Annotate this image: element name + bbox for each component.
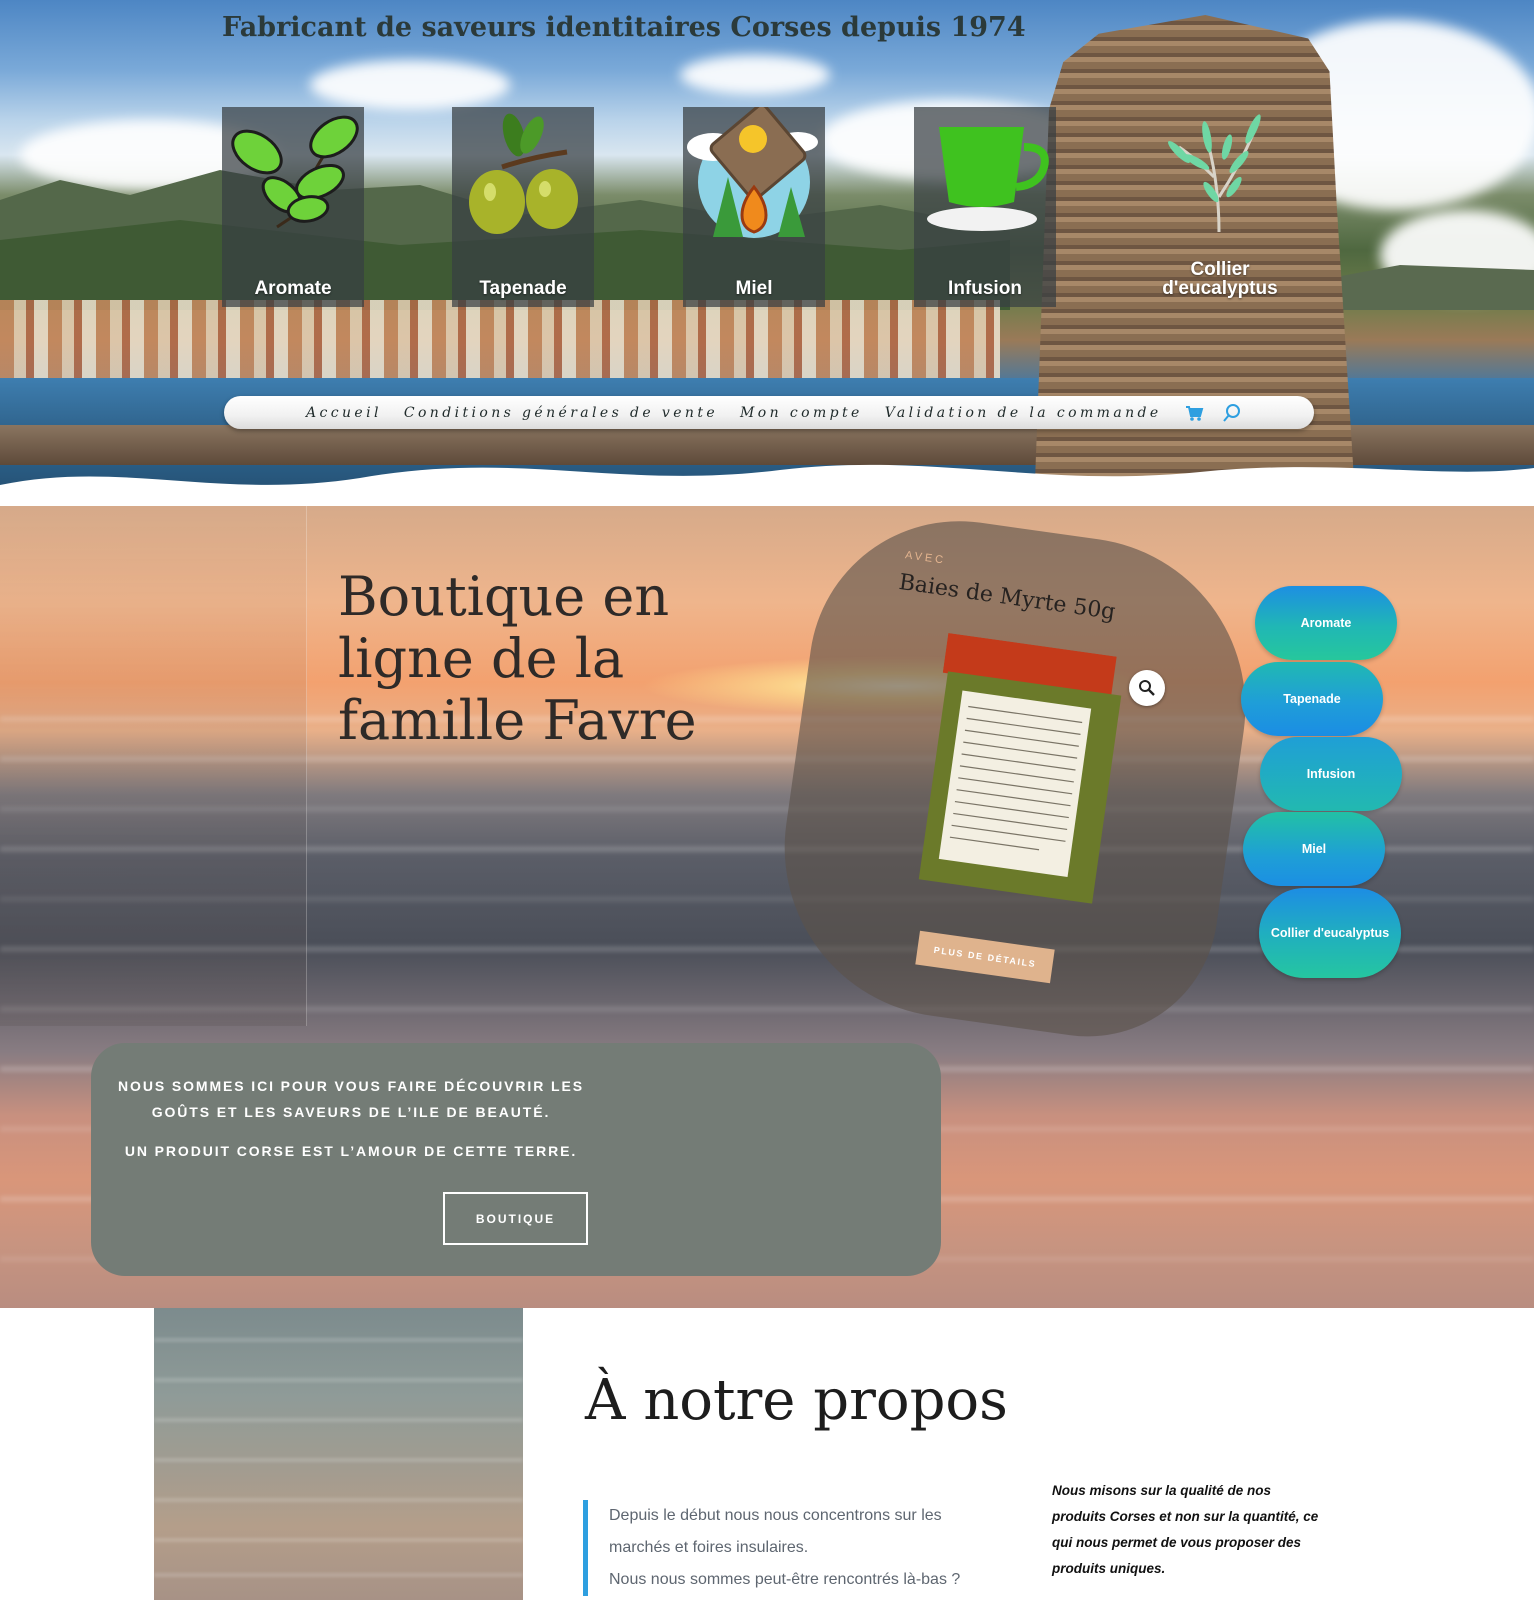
nav-link-accueil[interactable]: Accueil bbox=[306, 405, 382, 421]
about-quote-line: marchés et foires insulaires. bbox=[609, 1539, 809, 1556]
nav-link-cgv[interactable]: Conditions générales de vente bbox=[404, 405, 718, 421]
product-image[interactable] bbox=[914, 632, 1137, 907]
product-zoom-button[interactable] bbox=[1129, 670, 1165, 706]
category-tile-infusion[interactable]: Infusion bbox=[914, 107, 1056, 307]
side-link-miel[interactable]: Miel bbox=[1243, 812, 1385, 886]
side-link-tapenade[interactable]: Tapenade bbox=[1241, 662, 1383, 736]
side-link-collier-eucalyptus[interactable]: Collier d'eucalyptus bbox=[1259, 888, 1401, 978]
search-icon[interactable] bbox=[1222, 403, 1242, 423]
about-quote: Depuis le début nous nous concentrons su… bbox=[583, 1500, 993, 1596]
nav-link-mon-compte[interactable]: Mon compte bbox=[740, 405, 863, 421]
category-label: Collier d'eucalyptus bbox=[1162, 259, 1278, 299]
category-label: Infusion bbox=[948, 278, 1022, 299]
category-label: Aromate bbox=[254, 278, 332, 299]
olives-icon bbox=[469, 113, 578, 234]
side-link-infusion[interactable]: Infusion bbox=[1260, 737, 1402, 811]
about-title: À notre propos bbox=[585, 1368, 1008, 1433]
about-side-text: Nous misons sur la qualité de nos produi… bbox=[1052, 1483, 1319, 1576]
hero-wave-divider bbox=[0, 464, 1534, 500]
category-label: Miel bbox=[735, 278, 773, 299]
basil-leaves-icon bbox=[231, 115, 359, 229]
category-tile-miel[interactable]: Miel bbox=[683, 107, 825, 307]
category-tile-tapenade[interactable]: Tapenade bbox=[452, 107, 594, 307]
about-sea-image bbox=[154, 1308, 523, 1600]
site-tagline: Fabricant de saveurs identitaires Corses… bbox=[222, 12, 1026, 43]
honey-comb-icon bbox=[687, 107, 818, 238]
intro-text-line-1: NOUS SOMMES ICI POUR VOUS FAIRE DÉCOUVRI… bbox=[118, 1078, 584, 1094]
cart-icon[interactable] bbox=[1184, 403, 1204, 423]
category-label: Tapenade bbox=[479, 278, 567, 299]
about-quote-line: Nous nous sommes peut-être rencontrés là… bbox=[609, 1571, 961, 1588]
boutique-button[interactable]: BOUTIQUE bbox=[443, 1192, 588, 1245]
about-quote-line: Depuis le début nous nous concentrons su… bbox=[609, 1507, 942, 1524]
tea-cup-icon bbox=[927, 127, 1049, 231]
side-link-aromate[interactable]: Aromate bbox=[1255, 586, 1397, 660]
shop-title: Boutique en ligne de la famille Favre bbox=[338, 565, 697, 752]
magnifier-icon bbox=[1139, 680, 1155, 696]
category-tile-collier-eucalyptus[interactable]: Collier d'eucalyptus bbox=[1149, 107, 1291, 307]
category-tile-aromate[interactable]: Aromate bbox=[222, 107, 364, 307]
eucalyptus-branch-icon bbox=[1168, 114, 1261, 233]
intro-text-line-2: GOÛTS ET LES SAVEURS DE L’ILE DE BEAUTÉ. bbox=[151, 1104, 551, 1120]
main-navigation: Accueil Conditions générales de vente Mo… bbox=[224, 396, 1314, 429]
nav-link-validation-commande[interactable]: Validation de la commande bbox=[885, 405, 1162, 421]
intro-text-line-3: UN PRODUIT CORSE EST L’AMOUR DE CETTE TE… bbox=[124, 1143, 578, 1159]
town-strip bbox=[0, 300, 1000, 385]
